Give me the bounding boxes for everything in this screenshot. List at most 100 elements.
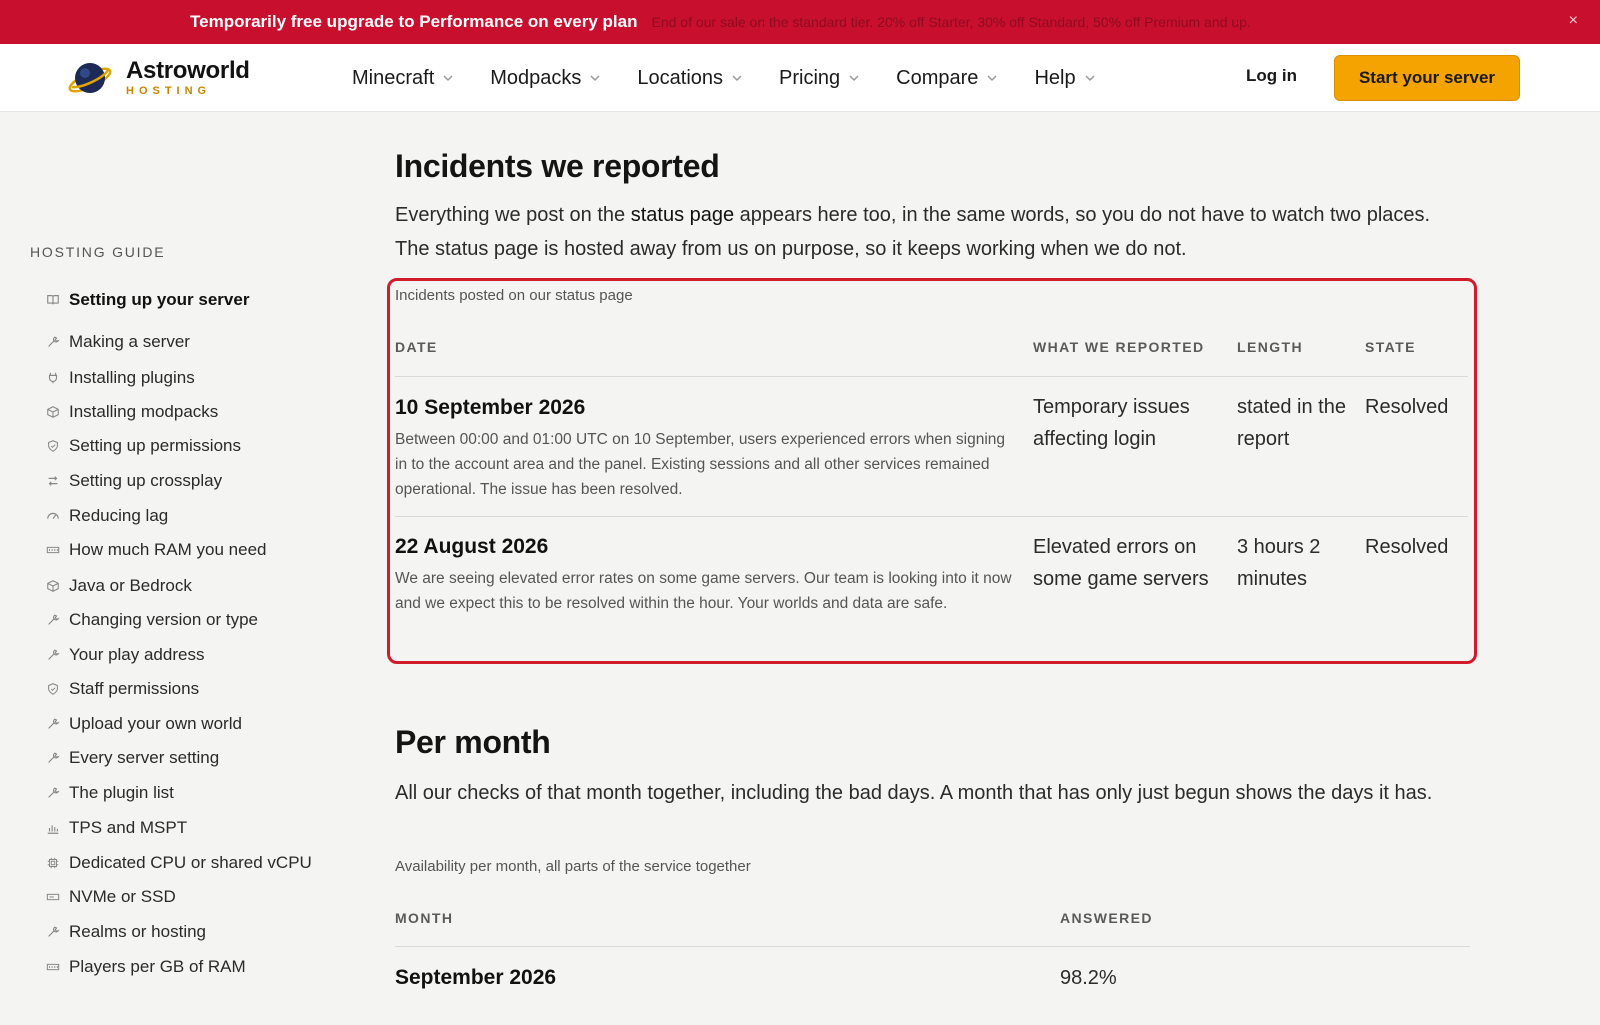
sidebar-item-label: The plugin list — [69, 783, 174, 802]
memory-icon — [46, 963, 60, 971]
header-divider — [395, 376, 1468, 377]
sidebar-item[interactable]: Installing modpacks — [46, 402, 218, 422]
sidebar-item[interactable]: Upload your own world — [46, 714, 242, 734]
sidebar-item-label: NVMe or SSD — [69, 887, 176, 906]
sidebar-item[interactable]: Reducing lag — [46, 506, 168, 526]
sidebar-item[interactable]: Players per GB of RAM — [46, 957, 246, 977]
plug-icon — [48, 372, 58, 384]
incident-length: 3 hours 2 minutes — [1237, 536, 1321, 590]
sidebar-item-label: Realms or hosting — [69, 922, 207, 941]
sidebar-item[interactable]: Changing version or type — [46, 610, 258, 630]
main-nav: Minecraft Modpacks Locations Pricing Com… — [352, 44, 1132, 112]
gauge-icon — [47, 512, 59, 519]
sidebar-item-label: Setting up your server — [69, 290, 250, 309]
nav-modpacks[interactable]: Modpacks — [490, 67, 601, 90]
sidebar-item[interactable]: Setting up crossplay — [46, 471, 222, 491]
nav-pricing[interactable]: Pricing — [779, 67, 860, 90]
incident-reported: Elevated errors on some game servers — [1033, 536, 1209, 590]
incident-reported: Temporary issues affecting login — [1033, 396, 1190, 450]
sidebar-item[interactable]: The plugin list — [46, 783, 174, 803]
nav-label: Help — [1034, 66, 1076, 89]
sidebar-item[interactable]: Installing plugins — [46, 368, 195, 388]
sidebar-item[interactable]: Realms or hosting — [46, 922, 206, 942]
nav-label: Minecraft — [352, 66, 435, 89]
sidebar-item-label: Dedicated CPU or shared vCPU — [69, 853, 312, 872]
nav-locations[interactable]: Locations — [637, 67, 743, 90]
per-month-caption: Availability per month, all parts of the… — [395, 858, 751, 875]
status-page-link[interactable]: status page — [631, 204, 734, 226]
row-divider — [395, 516, 1468, 517]
header-divider — [395, 946, 1470, 947]
chevron-down-icon — [987, 75, 997, 82]
chevron-down-icon — [732, 75, 742, 82]
sidebar-item-label: Java or Bedrock — [69, 576, 192, 595]
incident-date: 10 September 2026 — [395, 396, 586, 419]
sidebar-item-label: Every server setting — [69, 748, 220, 767]
sidebar-item[interactable]: Staff permissions — [46, 679, 199, 699]
sidebar-item-label: Reducing lag — [69, 506, 169, 525]
promo-headline: Temporarily free upgrade to Performance … — [190, 12, 638, 31]
sidebar-item-label: Installing modpacks — [69, 402, 219, 421]
book-icon — [47, 295, 59, 305]
logo[interactable]: Astroworld HOSTING — [66, 54, 250, 102]
lead-text: Everything we post on the — [395, 204, 631, 226]
sidebar-item[interactable]: Setting up permissions — [46, 436, 241, 456]
wrench-icon — [48, 787, 60, 798]
nav-help[interactable]: Help — [1034, 67, 1095, 90]
sidebar-item[interactable]: Every server setting — [46, 748, 219, 768]
sidebar-item-label: Changing version or type — [69, 610, 259, 629]
sidebar-item[interactable]: NVMe or SSD — [46, 887, 176, 907]
incidents-title: Incidents we reported — [395, 148, 720, 184]
nav-label: Modpacks — [490, 66, 582, 89]
incident-state: Resolved — [1365, 396, 1449, 418]
sidebar-item[interactable]: Your play address — [46, 645, 204, 665]
cube-icon — [47, 580, 59, 592]
sidebar-item[interactable]: How much RAM you need — [46, 540, 266, 560]
login-link[interactable]: Log in — [1246, 66, 1297, 86]
sidebar-item-label: Installing plugins — [69, 368, 195, 387]
chevron-down-icon — [849, 75, 859, 82]
per-month-title: Per month — [395, 724, 551, 760]
wrench-icon — [48, 926, 60, 937]
sidebar-item-label: Your play address — [69, 645, 205, 664]
sidebar-item-label: How much RAM you need — [69, 540, 267, 559]
nav-compare[interactable]: Compare — [896, 67, 998, 90]
guide-sidebar: HOSTING GUIDE Setting up your server Maki… — [30, 244, 350, 976]
sidebar-item[interactable]: Java or Bedrock — [46, 576, 192, 596]
nav-label: Compare — [896, 66, 979, 89]
close-icon[interactable]: × — [1569, 12, 1578, 30]
col-state: STATE — [1365, 339, 1416, 355]
bar-chart-icon — [47, 825, 59, 834]
wrench-icon — [48, 614, 60, 625]
sidebar-item-label: Staff permissions — [69, 679, 200, 698]
col-month: MONTH — [395, 910, 454, 926]
site-header: Astroworld HOSTING Minecraft Modpacks Lo… — [0, 44, 1600, 112]
sidebar-item[interactable]: TPS and MSPT — [46, 818, 187, 838]
incident-description: We are seeing elevated error rates on so… — [395, 570, 1012, 612]
nav-label: Locations — [637, 66, 724, 89]
planet-logo-icon — [68, 63, 112, 93]
wrench-icon — [48, 718, 60, 729]
chevron-down-icon — [590, 75, 600, 82]
incident-length: stated in the report — [1237, 396, 1346, 450]
cpu-icon — [47, 857, 59, 869]
col-what-we-reported: WHAT WE REPORTED — [1033, 339, 1205, 355]
sidebar-item[interactable]: Dedicated CPU or shared vCPU — [46, 853, 312, 873]
incidents-caption: Incidents posted on our status page — [395, 287, 633, 304]
sidebar-heading: HOSTING GUIDE — [30, 244, 166, 260]
incident-date: 22 August 2026 — [395, 535, 549, 558]
sidebar-item-label: Setting up crossplay — [69, 471, 223, 490]
wrench-icon — [48, 336, 60, 347]
sidebar-item[interactable]: Setting up your server — [46, 290, 249, 310]
sidebar-item-label: Players per GB of RAM — [69, 957, 246, 976]
col-answered: ANSWERED — [1060, 910, 1153, 926]
sidebar-item-label: TPS and MSPT — [69, 818, 188, 837]
promo-banner: Temporarily free upgrade to Performance … — [0, 0, 1600, 44]
start-server-button[interactable]: Start your server — [1334, 55, 1520, 101]
logo-name: Astroworld — [126, 57, 250, 84]
wrench-icon — [48, 649, 60, 660]
sidebar-item[interactable]: Making a server — [46, 332, 190, 352]
incident-state: Resolved — [1365, 536, 1449, 558]
nav-minecraft[interactable]: Minecraft — [352, 67, 454, 90]
chevron-down-icon — [443, 75, 453, 82]
